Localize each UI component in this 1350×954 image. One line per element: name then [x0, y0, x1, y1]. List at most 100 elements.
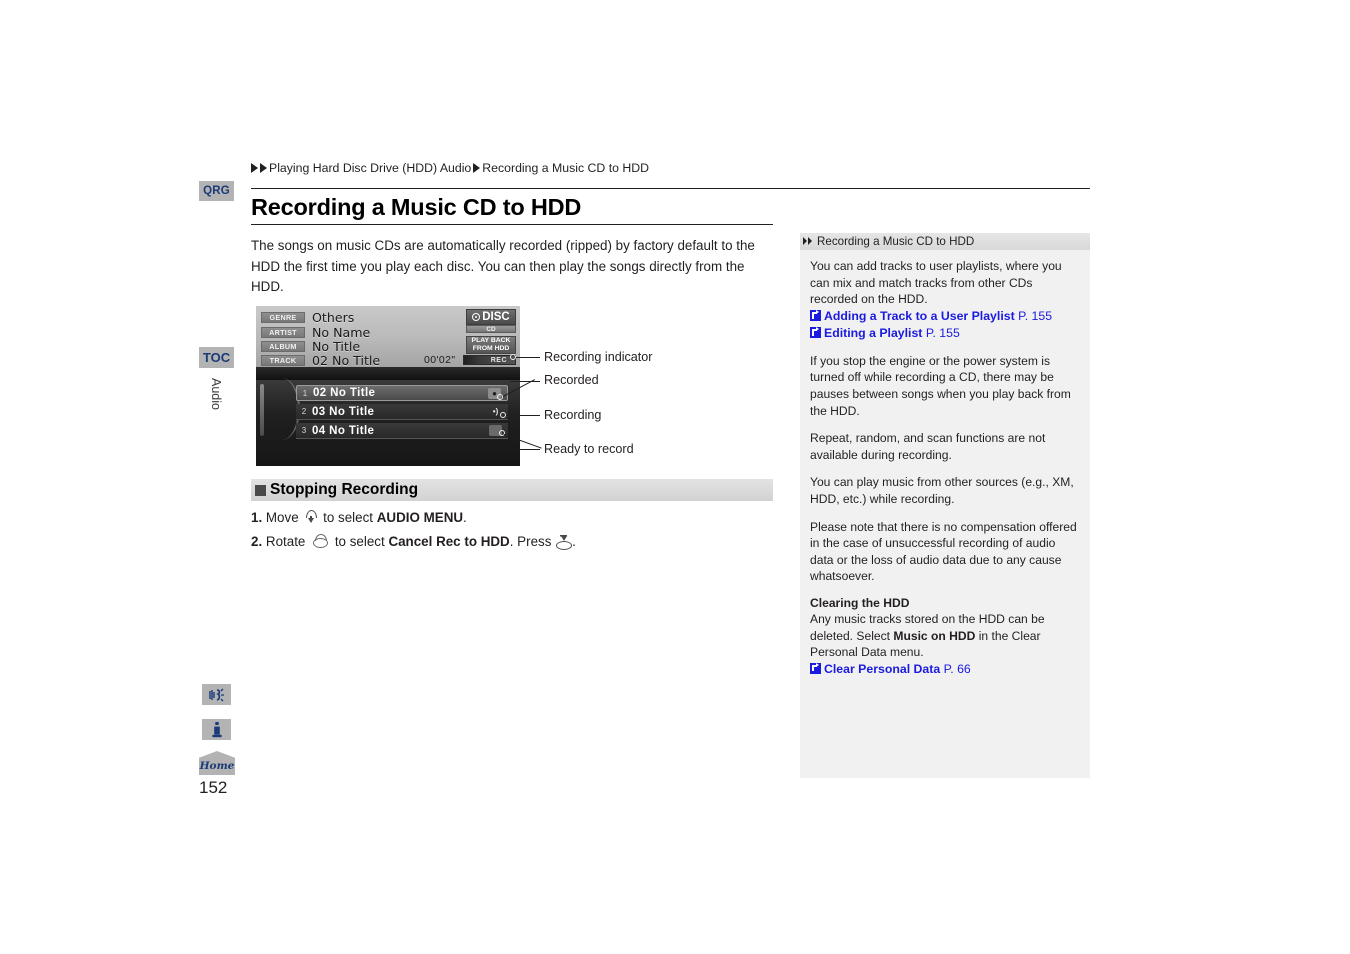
- screen-value-track: 02 No Title: [312, 353, 381, 368]
- track-number: 3: [301, 426, 307, 435]
- screen-arc-decor: [264, 378, 300, 440]
- jump-link-icon: [810, 662, 821, 674]
- section-label-audio: Audio: [209, 378, 223, 410]
- sidebar-paragraph-6: Any music tracks stored on the HDD can b…: [810, 611, 1080, 661]
- step-2: 2. Rotate to select Cancel Rec to HDD. P…: [251, 534, 576, 550]
- home-icon-label: Home: [199, 760, 235, 772]
- screen-badge-cd-label: CD: [486, 325, 496, 333]
- home-icon[interactable]: Home: [199, 751, 235, 775]
- track-row[interactable]: 2 03 No Title •): [296, 404, 508, 420]
- screen-track-list: 1 02 No Title ● 2 03 No Title •) 3 04 No…: [256, 378, 520, 466]
- screen-badge-playback: PLAY BACK FROM HDD: [466, 336, 516, 354]
- screen-label-album: ALBUM: [261, 341, 305, 352]
- breadcrumb-arrow-icon: [251, 163, 258, 173]
- sidebar-paragraph-1: You can add tracks to user playlists, wh…: [810, 259, 1062, 307]
- callout-leader-3: [506, 415, 540, 416]
- sidebar-paragraph-3: Repeat, random, and scan functions are n…: [810, 431, 1046, 462]
- intro-paragraph: The songs on music CDs are automatically…: [251, 238, 755, 294]
- screen-value-genre: Others: [312, 310, 355, 325]
- screen-badge-cd: CD: [466, 325, 516, 333]
- step-1-pre: Move: [265, 510, 299, 525]
- screen-divider: [256, 367, 520, 380]
- screen-badge-playback-line2: FROM HDD: [472, 345, 510, 352]
- tab-qrg-label: QRG: [203, 185, 230, 197]
- sidebar-body: You can add tracks to user playlists, wh…: [800, 250, 1090, 778]
- link-1-page: P. 155: [1018, 308, 1053, 323]
- track-row-selected[interactable]: 1 02 No Title ●: [296, 385, 508, 401]
- breadcrumb-separator-icon: [473, 163, 481, 173]
- breadcrumb-item-1[interactable]: Playing Hard Disc Drive (HDD) Audio: [269, 161, 471, 175]
- subsection-title: Stopping Recording: [270, 481, 419, 498]
- screen-row-artist: ARTIST No Name: [261, 325, 370, 340]
- sidebar-paragraph-5: Please note that there is no compensatio…: [810, 519, 1077, 584]
- screen-row-album: ALBUM No Title: [261, 339, 360, 354]
- screen-badge-rec: REC: [463, 355, 516, 365]
- breadcrumb-arrow-icon: [260, 163, 267, 173]
- link-2-page: P. 155: [925, 325, 960, 340]
- jump-link-icon: [810, 326, 821, 338]
- link-editing-a-playlist[interactable]: Editing a Playlist P. 155: [810, 325, 1080, 342]
- rotate-knob-icon: [311, 534, 329, 548]
- screen-info-panel: GENRE Others ARTIST No Name ALBUM No Tit…: [256, 306, 520, 368]
- page-title: Recording a Music CD to HDD: [251, 194, 582, 220]
- double-arrow-icon: [803, 236, 814, 247]
- link-clear-personal-data[interactable]: Clear Personal Data P. 66: [810, 661, 1080, 678]
- step-2-number: 2.: [251, 534, 263, 549]
- link-3-text: Clear Personal Data: [824, 661, 941, 676]
- info-icon[interactable]: [202, 719, 231, 740]
- step-1-number: 1.: [251, 510, 263, 525]
- breadcrumb-item-2[interactable]: Recording a Music CD to HDD: [482, 161, 649, 175]
- sidebar-header: Recording a Music CD to HDD: [800, 233, 1090, 250]
- title-rule-bottom: [251, 224, 773, 225]
- track-number: 2: [301, 407, 307, 416]
- screen-label-track: TRACK: [261, 355, 305, 366]
- sidebar-p6-bold: Music on HDD: [893, 628, 976, 643]
- step-1-post: .: [463, 510, 467, 525]
- sidebar-subheading-clearing-the-hdd: Clearing the HDD: [810, 595, 910, 610]
- sidebar-paragraph-2: If you stop the engine or the power syst…: [810, 353, 1071, 418]
- screen-badge-rec-label: REC: [490, 356, 507, 364]
- screen-badge-disc: DISC: [466, 309, 516, 325]
- step-2-mid: to select: [334, 534, 385, 549]
- tab-qrg[interactable]: QRG: [199, 181, 234, 201]
- callout-leader-2b: [510, 381, 540, 382]
- sidebar-header-title: Recording a Music CD to HDD: [817, 235, 975, 248]
- step-2-pre: Rotate: [265, 534, 306, 549]
- callout-leader-1: [516, 357, 540, 358]
- subsection-header: Stopping Recording: [251, 479, 773, 501]
- callout-recording-indicator: Recording indicator: [544, 350, 653, 364]
- sidebar-paragraph-4: You can play music from other sources (e…: [810, 475, 1074, 506]
- track-name: 03 No Title: [312, 405, 375, 418]
- step-1-bold: AUDIO MENU: [376, 510, 464, 525]
- manual-page: QRG TOC Audio Home 152 Playing Hard Disc…: [0, 0, 1350, 954]
- step-1: 1. Move to select AUDIO MENU.: [251, 510, 467, 525]
- callout-leader-4b: [520, 449, 540, 450]
- disc-icon: [472, 313, 481, 321]
- screen-row-genre: GENRE Others: [261, 310, 354, 325]
- screen-elapsed-time: 00'02": [424, 354, 456, 366]
- screen-row-track: TRACK 02 No Title: [261, 353, 380, 368]
- link-1-text: Adding a Track to a User Playlist: [824, 308, 1015, 323]
- screen-value-artist: No Name: [312, 325, 371, 340]
- track-name: 02 No Title: [313, 387, 376, 399]
- link-2-text: Editing a Playlist: [824, 325, 923, 340]
- press-knob-icon: [556, 535, 573, 550]
- jump-link-icon: [810, 309, 821, 321]
- link-adding-a-track-to-a-user-playlist[interactable]: Adding a Track to a User Playlist P. 155: [810, 308, 1080, 325]
- screen-badge-playback-line1: PLAY BACK: [471, 337, 511, 344]
- step-1-mid: to select: [323, 510, 373, 525]
- step-2-post: . Press: [509, 534, 552, 549]
- callout-recording: Recording: [544, 408, 602, 422]
- callout-recorded: Recorded: [544, 373, 599, 387]
- track-number: 1: [302, 388, 308, 398]
- track-name: 04 No Title: [312, 424, 375, 437]
- page-number: 152: [199, 778, 228, 797]
- square-bullet-icon: [255, 484, 266, 496]
- screen-label-genre: GENRE: [261, 312, 305, 323]
- breadcrumb: Playing Hard Disc Drive (HDD) Audio Reco…: [251, 161, 649, 175]
- screen-value-album: No Title: [312, 339, 361, 354]
- title-rule-top: [251, 188, 1090, 189]
- screen-label-artist: ARTIST: [261, 327, 305, 338]
- voice-command-icon[interactable]: [202, 684, 231, 705]
- track-row[interactable]: 3 04 No Title: [296, 423, 508, 439]
